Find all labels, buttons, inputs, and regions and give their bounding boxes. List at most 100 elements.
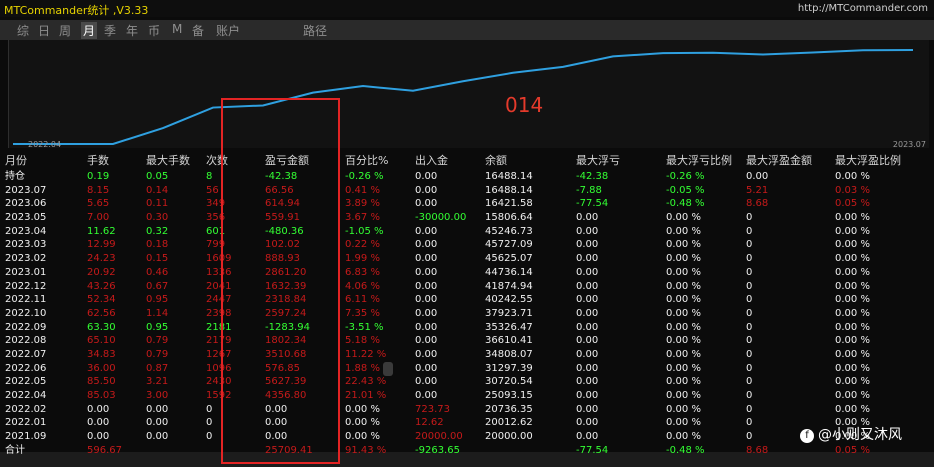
table-cell: 12.99: [87, 239, 116, 251]
table-row[interactable]: 2023.05 7.00 0.30 356 559.91 3.67 % -30000.00 1…: [0, 211, 934, 225]
table-cell: 25093.15: [485, 390, 533, 401]
table-cell: 0.00: [576, 225, 599, 237]
table-cell: 16421.58: [485, 198, 533, 210]
total-cell: -77.54: [576, 444, 609, 456]
table-header: 月份 手数 最大手数 次数 盈亏金额 百分比% 出入金 余额 最大浮亏 最大浮亏比例 最大浮盈金额最…: [0, 152, 934, 170]
column-header[interactable]: 最大浮亏: [576, 152, 620, 170]
table-cell: 0.00: [576, 266, 599, 278]
table-cell: 5.65: [87, 198, 110, 210]
table-cell: 0.00 %: [345, 403, 380, 415]
tab-5[interactable]: 年: [126, 22, 138, 39]
table-cell: 0: [746, 376, 753, 388]
table-cell: 0.00: [576, 307, 599, 319]
table-cell: 0.18: [146, 239, 169, 251]
table-cell: 0: [746, 403, 753, 415]
tab-3[interactable]: 月: [81, 22, 98, 39]
table-cell: 0.00 %: [835, 403, 870, 415]
table-row[interactable]: 2023.04 11.62 0.32 601 -480.36 -1.05 % 0.00 452…: [0, 225, 934, 239]
table-cell: 0: [206, 403, 213, 415]
table-cell: 0.00: [576, 294, 599, 306]
table-cell: 0.00 %: [666, 348, 701, 360]
app-url-link[interactable]: http://MTCommander.com: [798, 3, 928, 14]
table-cell: 0: [746, 225, 753, 237]
table-cell: 0.00: [576, 362, 599, 374]
table-cell: 7.35 %: [345, 307, 380, 319]
table-cell: 16488.14: [485, 171, 533, 182]
table-row[interactable]: 2022.05 85.50 3.21 2430 5627.39 22.43 % 0.00 30…: [0, 375, 934, 389]
table-cell: 3.89 %: [345, 198, 380, 210]
tab-0[interactable]: 综: [17, 22, 29, 39]
table-cell: 0.00 %: [835, 294, 870, 306]
tab-1[interactable]: 日: [38, 22, 50, 39]
table-cell: 0.00 %: [835, 362, 870, 374]
column-header[interactable]: 手数: [87, 152, 109, 170]
table-cell: 0.00: [146, 417, 169, 429]
column-header[interactable]: 月份: [5, 152, 27, 170]
table-cell: 0.00 %: [835, 348, 870, 360]
table-row[interactable]: 2022.02 0.00 0.00 0 0.00 0.00 % 723.73 20736.35…: [0, 403, 934, 417]
table-cell: -0.26 %: [345, 171, 384, 182]
table-cell: 0.00: [576, 321, 599, 333]
table-cell: 0.00 %: [666, 335, 701, 347]
highlight-box: [221, 98, 340, 464]
table-row[interactable]: 2022.06 36.00 0.87 1096 576.85 1.88 % 0.00 3129…: [0, 362, 934, 376]
table-cell: 0: [746, 253, 753, 265]
table-row[interactable]: 2022.08 65.10 0.79 2179 1802.34 5.18 % 0.00 366…: [0, 334, 934, 348]
table-cell: 24.23: [87, 253, 116, 265]
table-row[interactable]: 持仓 0.19 0.05 8 -42.38 -0.26 % 0.00 16488.14 -42.…: [0, 170, 934, 184]
table-cell: 52.34: [87, 294, 116, 306]
table-cell: 0.00: [415, 321, 438, 333]
table-cell: 0: [746, 335, 753, 347]
table-cell: 0.87: [146, 362, 169, 374]
tab-6[interactable]: 币: [148, 22, 160, 39]
table-cell: 34808.07: [485, 348, 533, 360]
table-row[interactable]: 2023.01 20.92 0.46 1336 2861.20 6.83 % 0.00 447…: [0, 266, 934, 280]
table-cell: 0: [746, 390, 753, 401]
watermark-text: @小则又沐风: [818, 427, 902, 443]
table-row[interactable]: 2022.04 85.03 3.00 1592 4356.80 21.01 % 0.00 25…: [0, 389, 934, 403]
table-cell: 0.00 %: [835, 171, 870, 182]
table-row[interactable]: 2022.07 34.83 0.79 1267 3510.68 11.22 % 0.00 34…: [0, 348, 934, 362]
table-row[interactable]: 2021.09 0.00 0.00 0 0.00 0.00 % 20000.00 20000.…: [0, 430, 934, 444]
table-cell: 0.00 %: [666, 212, 701, 224]
table-row[interactable]: 2022.11 52.34 0.95 2447 2318.84 6.11 % 0.00 402…: [0, 293, 934, 307]
table-total-row: 合计 596.67 25709.41 91.43 % -9263.65 -77.54 -0.…: [0, 444, 934, 458]
table-cell: 0.00 %: [345, 417, 380, 429]
table-row[interactable]: 2023.02 24.23 0.15 1609 888.93 1.99 % 0.00 4562…: [0, 252, 934, 266]
tab-8[interactable]: 备: [192, 22, 204, 39]
table-cell: 40242.55: [485, 294, 533, 306]
table-cell: 35326.47: [485, 321, 533, 333]
table-cell: 34.83: [87, 348, 116, 360]
table-cell: 0.00: [415, 171, 438, 182]
table-row[interactable]: 2022.01 0.00 0.00 0 0.00 0.00 % 12.62 20012.62 0…: [0, 416, 934, 430]
table-cell: 0.00 %: [835, 225, 870, 237]
table-cell: 0: [746, 307, 753, 319]
table-cell: 723.73: [415, 403, 450, 415]
table-row[interactable]: 2023.03 12.99 0.18 799 102.02 0.22 % 0.00 45727…: [0, 238, 934, 252]
column-header[interactable]: 最大浮盈比例: [835, 152, 901, 170]
table-cell: 2022.08: [5, 335, 47, 347]
table-cell: 0.00 %: [666, 417, 701, 429]
table-cell: 20000.00: [485, 431, 533, 443]
table-row[interactable]: 2023.06 5.65 0.11 349 614.94 3.89 % 0.00 16421.…: [0, 197, 934, 211]
tab-10[interactable]: 路径: [303, 22, 327, 39]
tab-9[interactable]: 账户: [216, 22, 240, 39]
table-cell: 2023.01: [5, 266, 47, 278]
table-cell: 0: [206, 417, 213, 429]
table-row[interactable]: 2023.07 8.15 0.14 56 66.56 0.41 % 0.00 16488.14…: [0, 184, 934, 198]
tab-4[interactable]: 季: [104, 22, 116, 39]
column-header[interactable]: 最大浮盈金额: [746, 152, 812, 170]
tab-7[interactable]: M: [172, 22, 182, 36]
column-header[interactable]: 最大手数: [146, 152, 190, 170]
column-header[interactable]: 余额: [485, 152, 507, 170]
tab-2[interactable]: 周: [59, 22, 71, 39]
table-row[interactable]: 2022.12 43.26 0.67 2041 1632.39 4.06 % 0.00 418…: [0, 280, 934, 294]
column-header[interactable]: 出入金: [415, 152, 448, 170]
table-cell: 0.03 %: [835, 184, 870, 196]
column-header[interactable]: 最大浮亏比例: [666, 152, 732, 170]
table-row[interactable]: 2022.10 62.56 1.14 2398 2597.24 7.35 % 0.00 379…: [0, 307, 934, 321]
table-cell: 0.95: [146, 294, 169, 306]
column-header[interactable]: 百分比%: [345, 152, 388, 170]
table-cell: 0.00: [576, 239, 599, 251]
table-row[interactable]: 2022.09 63.30 0.95 2181 -1283.94 -3.51 % 0.00 3…: [0, 321, 934, 335]
